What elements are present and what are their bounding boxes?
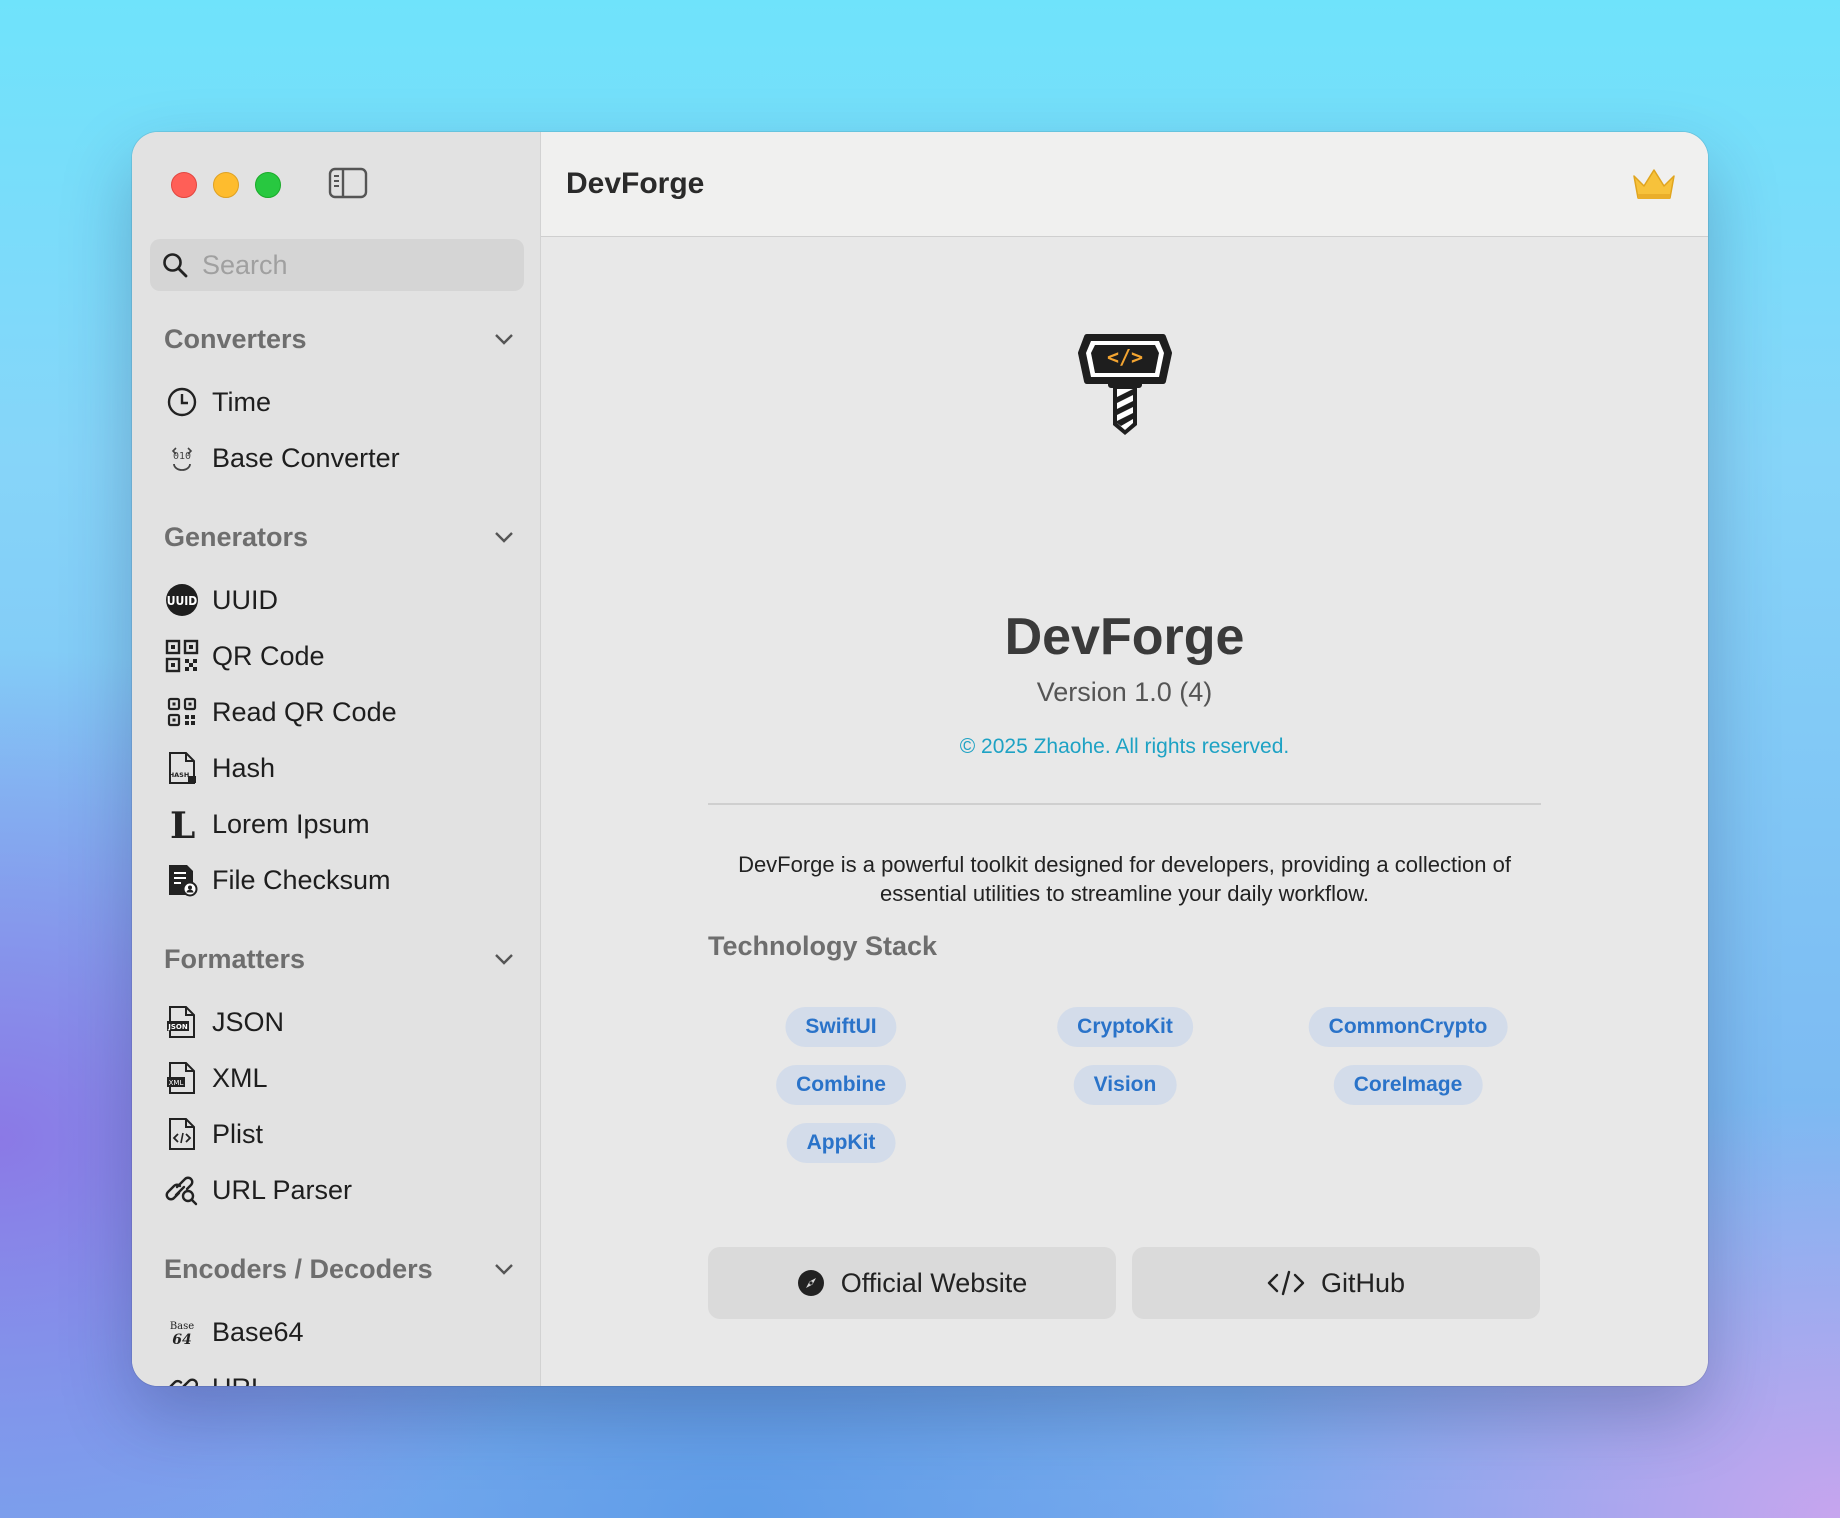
search-icon <box>163 253 188 278</box>
clock-icon <box>164 384 200 420</box>
sidebar-item-label: JSON <box>212 1006 285 1037</box>
sidebar-item-uuid[interactable]: UUID UUID <box>132 572 540 628</box>
sidebar-item-xml[interactable]: XML XML <box>132 1050 540 1106</box>
github-label: GitHub <box>1320 1267 1406 1298</box>
hash-document-icon: HASH <box>164 750 200 786</box>
close-window-button[interactable] <box>171 172 197 198</box>
lorem-icon: L <box>164 806 200 842</box>
logo-code-text: </> <box>1107 345 1143 369</box>
sidebar-item-label: Read QR Code <box>212 696 397 727</box>
tech-tag: CommonCrypto <box>1308 1007 1508 1047</box>
sidebar-item-label: XML <box>212 1062 268 1093</box>
svg-text:XML: XML <box>169 1079 184 1087</box>
sidebar-item-time[interactable]: Time <box>132 374 540 430</box>
chevron-down-icon <box>495 334 513 345</box>
section-label: Encoders / Decoders <box>164 1253 433 1284</box>
tech-tag: Vision <box>1073 1065 1177 1105</box>
sidebar-item-read-qr-code[interactable]: Read QR Code <box>132 684 540 740</box>
svg-text:UUID: UUID <box>167 594 198 608</box>
section-header-encoders-decoders[interactable]: Encoders / Decoders <box>132 1234 540 1304</box>
tech-tag: SwiftUI <box>785 1007 897 1047</box>
sidebar-item-base64[interactable]: Base 64 Base64 <box>132 1304 540 1360</box>
search-field[interactable] <box>150 239 524 291</box>
base-converter-icon: 010 <box>164 440 200 476</box>
sidebar-item-json[interactable]: JSON JSON <box>132 994 540 1050</box>
compass-icon <box>797 1269 825 1297</box>
sidebar-item-label: URL <box>212 1373 266 1387</box>
sidebar-item-qr-code[interactable]: QR Code <box>132 628 540 684</box>
window-title: DevForge <box>566 167 705 200</box>
chevron-down-icon <box>495 1264 513 1275</box>
minimize-window-button[interactable] <box>213 172 239 198</box>
svg-text:JSON: JSON <box>167 1023 188 1031</box>
about-content: </> DevForge Version 1.0 (4) © 2025 Zhao… <box>541 237 1708 1386</box>
section-header-formatters[interactable]: Formatters <box>132 924 540 994</box>
github-button[interactable]: GitHub <box>1132 1247 1540 1319</box>
json-document-icon: JSON <box>164 1004 200 1040</box>
sidebar-item-label: UUID <box>212 584 278 615</box>
svg-text:L: L <box>170 807 195 841</box>
chevron-down-icon <box>495 954 513 965</box>
main-panel: DevForge </> DevForge Version 1.0 (4) © … <box>541 132 1708 1386</box>
official-website-label: Official Website <box>840 1267 1028 1298</box>
window-controls <box>171 172 281 198</box>
section-header-generators[interactable]: Generators <box>132 502 540 572</box>
section-label: Converters <box>164 323 307 354</box>
sidebar: Converters Time 010 Base Converter Gener… <box>132 132 541 1386</box>
sidebar-item-label: QR Code <box>212 640 325 671</box>
sidebar-item-file-checksum[interactable]: File Checksum <box>132 852 540 908</box>
sidebar-item-label: Base Converter <box>212 442 400 473</box>
svg-text:HASH: HASH <box>169 771 190 779</box>
sidebar-item-base-converter[interactable]: 010 Base Converter <box>132 430 540 486</box>
sidebar-item-hash[interactable]: HASH Hash <box>132 740 540 796</box>
app-name: DevForge <box>1004 608 1245 666</box>
xml-document-icon: XML <box>164 1060 200 1096</box>
uuid-icon: UUID <box>164 582 200 618</box>
devforge-hammer-logo-icon: </> <box>1077 329 1173 444</box>
search-input[interactable] <box>200 248 504 282</box>
sidebar-item-label: File Checksum <box>212 864 391 895</box>
divider <box>708 803 1541 805</box>
tech-tag: AppKit <box>786 1123 896 1163</box>
qr-code-icon <box>164 638 200 674</box>
sidebar-item-label: Lorem Ipsum <box>212 808 370 839</box>
section-header-converters[interactable]: Converters <box>132 304 540 374</box>
sidebar-icon <box>328 167 368 199</box>
tech-tag: CoreImage <box>1333 1065 1483 1105</box>
svg-text:Base: Base <box>170 1321 194 1332</box>
link-icon <box>164 1370 200 1386</box>
sidebar-item-url[interactable]: URL <box>132 1360 540 1386</box>
title-bar: DevForge <box>541 132 1708 237</box>
official-website-button[interactable]: Official Website <box>708 1247 1116 1319</box>
sidebar-item-label: URL Parser <box>212 1174 353 1205</box>
chevron-down-icon <box>495 532 513 543</box>
sidebar-item-label: Time <box>212 386 271 417</box>
sidebar-item-label: Base64 <box>212 1316 304 1347</box>
sidebar-item-lorem-ipsum[interactable]: L Lorem Ipsum <box>132 796 540 852</box>
sidebar-item-label: Plist <box>212 1118 264 1149</box>
sidebar-item-plist[interactable]: Plist <box>132 1106 540 1162</box>
sidebar-item-label: Hash <box>212 752 276 783</box>
app-description: DevForge is a powerful toolkit designed … <box>738 852 1511 906</box>
sidebar-nav: Converters Time 010 Base Converter Gener… <box>132 304 540 1386</box>
section-label: Formatters <box>164 943 306 974</box>
svg-text:64: 64 <box>172 1332 191 1348</box>
plist-document-icon <box>164 1116 200 1152</box>
file-checksum-icon <box>164 862 200 898</box>
base64-icon: Base 64 <box>164 1314 200 1350</box>
link-search-icon <box>164 1172 200 1208</box>
app-window: Converters Time 010 Base Converter Gener… <box>132 132 1708 1386</box>
tech-tag: Combine <box>776 1065 906 1105</box>
sidebar-toggle-button[interactable] <box>328 167 368 199</box>
version-label: Version 1.0 (4) <box>1036 677 1213 707</box>
crown-icon[interactable] <box>1630 166 1678 207</box>
zoom-window-button[interactable] <box>255 172 281 198</box>
section-label: Generators <box>164 521 309 552</box>
sidebar-item-url-parser[interactable]: URL Parser <box>132 1162 540 1218</box>
qr-scan-icon <box>164 694 200 730</box>
tech-tag: CryptoKit <box>1057 1007 1193 1047</box>
code-brackets-icon <box>1267 1269 1305 1297</box>
copyright-label: © 2025 Zhaohe. All rights reserved. <box>959 735 1290 758</box>
tech-stack-title: Technology Stack <box>708 931 938 961</box>
